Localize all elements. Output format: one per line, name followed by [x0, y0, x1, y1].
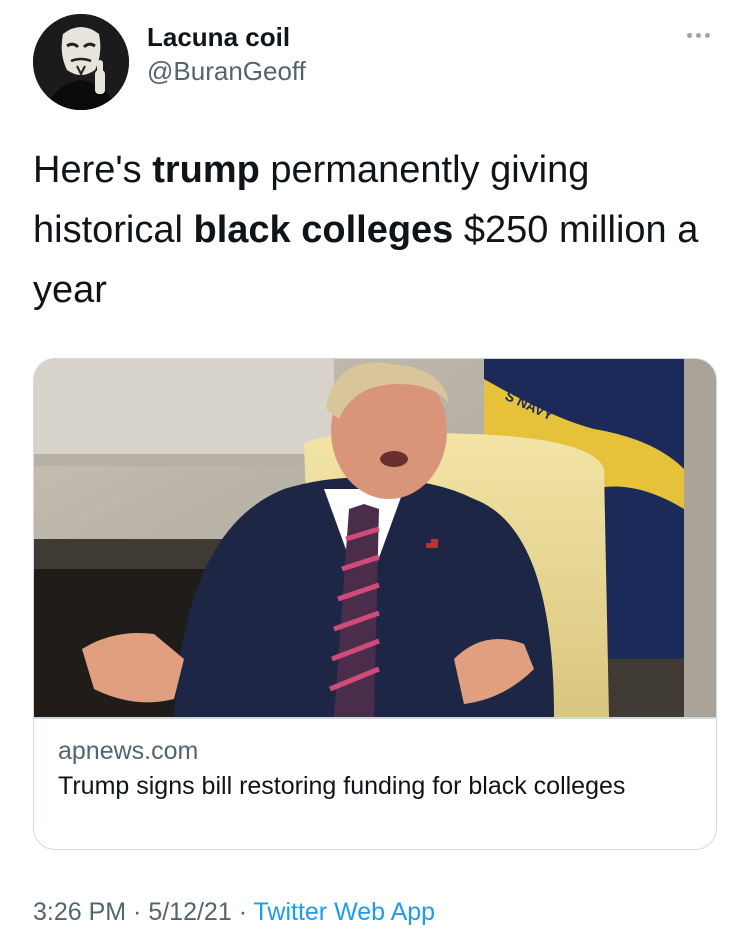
card-divider [34, 717, 716, 719]
tweet-text-segment: Here's [33, 149, 153, 191]
avatar[interactable] [33, 14, 129, 110]
author-name[interactable]: Lacuna coil [147, 22, 290, 53]
tweet-source[interactable]: Twitter Web App [254, 898, 436, 926]
author-handle[interactable]: @BuranGeoff [147, 56, 306, 87]
card-title[interactable]: Trump signs bill restoring funding for b… [58, 770, 678, 803]
dot [704, 32, 710, 38]
meta-separator: · [126, 898, 149, 926]
card-domain: apnews.com [58, 737, 199, 765]
link-preview-card[interactable]: S NAVY apnews.com Trump signs bill resto… [33, 358, 717, 850]
avatar-mask-image [33, 14, 129, 110]
more-options-icon[interactable] [680, 25, 716, 45]
tweet-time[interactable]: 3:26 PM [33, 898, 126, 926]
tweet-meta: 3:26 PM · 5/12/21 · Twitter Web App [33, 898, 435, 927]
dot [695, 32, 701, 38]
card-image: S NAVY [34, 359, 716, 717]
tweet-date[interactable]: 5/12/21 [148, 898, 231, 926]
tweet-text-bold: black colleges [193, 209, 454, 251]
tweet-text: Here's trump permanently giving historic… [33, 140, 723, 320]
meta-separator: · [231, 898, 254, 926]
dot [686, 32, 692, 38]
tweet-text-bold: trump [152, 149, 260, 191]
